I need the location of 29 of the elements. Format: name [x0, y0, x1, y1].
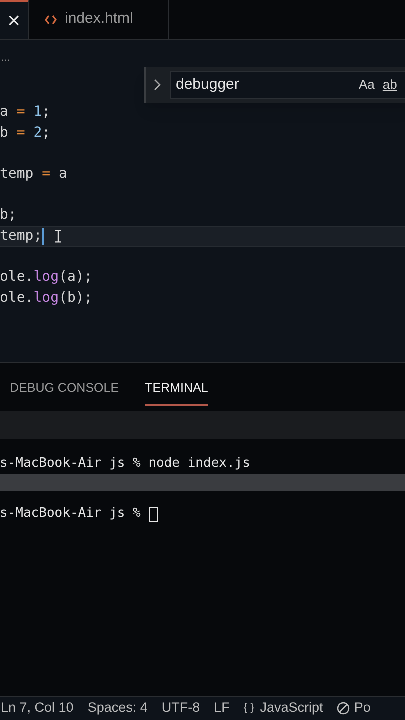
code-line: temp = a [0, 164, 68, 184]
code-line: b; [0, 206, 17, 226]
terminal-line: s-MacBook-Air js % node index.js [0, 455, 250, 474]
code-line: b = 2; [0, 124, 51, 143]
code-line: ole.log(b); [0, 289, 93, 308]
chevron-right-icon[interactable] [154, 79, 162, 91]
status-item[interactable]: Ln 7, Col 10 [1, 698, 74, 719]
terminal-line: s-MacBook-Air js % [0, 505, 142, 524]
status-item[interactable]: Po [337, 698, 371, 719]
text-cursor [42, 228, 44, 245]
panel-tab[interactable]: DEBUG CONSOLE [10, 373, 120, 406]
code-line: ole.log(a); [0, 268, 93, 288]
code-brackets-icon [45, 14, 57, 24]
braces-icon: { } [244, 700, 254, 717]
panel-tab[interactable]: TERMINAL [145, 373, 208, 406]
code-line: temp; [0, 226, 42, 246]
editor-tab[interactable]: × [0, 0, 29, 39]
find-option[interactable]: ab [382, 75, 398, 95]
i-beam-cursor-icon [55, 230, 62, 243]
status-item[interactable]: UTF-8 [162, 698, 200, 719]
language-mode[interactable]: { } JavaScript [244, 698, 324, 719]
status-item[interactable]: LF [214, 698, 230, 719]
status-item[interactable]: Spaces: 4 [88, 698, 148, 719]
blocked-icon [337, 702, 350, 715]
breadcrumb[interactable]: ... [1, 50, 10, 66]
code-line: a = 1; [0, 102, 51, 122]
find-input[interactable]: debugger Aa ab [170, 71, 405, 99]
find-option[interactable]: Aa [359, 75, 375, 95]
find-value: debugger [176, 74, 240, 95]
